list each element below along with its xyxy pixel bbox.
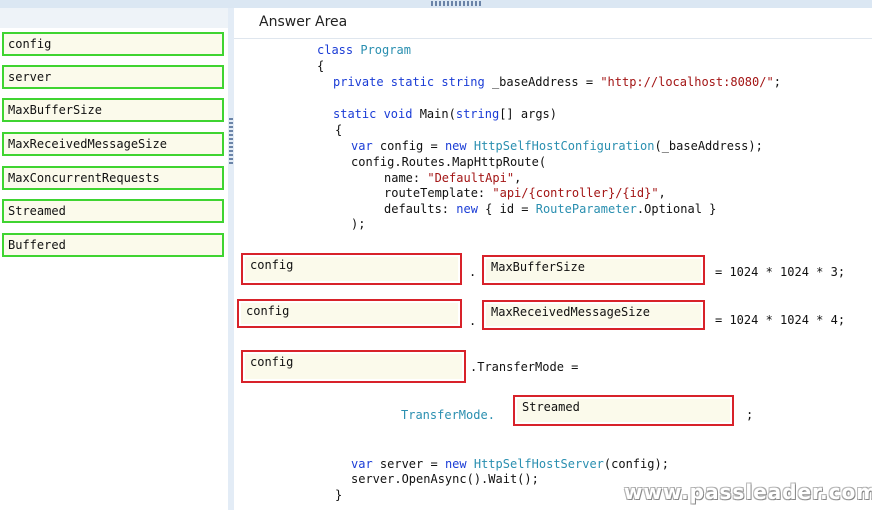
source-item-maxconcurrentrequests[interactable]: MaxConcurrentRequests: [2, 166, 224, 190]
watermark-text: www.passleader.com: [624, 480, 872, 504]
source-item-config[interactable]: config: [2, 32, 224, 56]
code-line-main-brace: {: [335, 123, 343, 137]
drop-slot-4-value: MaxReceivedMessageSize: [486, 304, 701, 326]
drop-slot-5[interactable]: config: [241, 350, 466, 383]
splitter-grip-icon[interactable]: [229, 118, 233, 164]
answer-area-title: Answer Area: [259, 14, 348, 30]
code-line-routetemplate: routeTemplate: "api/{controller}/{id}",: [384, 186, 666, 200]
drop-slot-6[interactable]: Streamed: [513, 395, 734, 426]
resize-grip-icon[interactable]: [431, 1, 481, 6]
code-line-base-address: private static string _baseAddress = "ht…: [333, 75, 781, 89]
drop-slot-4[interactable]: MaxReceivedMessageSize: [482, 300, 705, 330]
code-assign-2: = 1024 * 1024 * 4;: [715, 313, 846, 327]
code-line-class: class Program: [317, 43, 411, 57]
drop-slot-5-value: config: [245, 354, 462, 379]
drop-slot-6-value: Streamed: [517, 399, 730, 422]
drop-slot-3[interactable]: config: [237, 299, 462, 328]
code-dot-1: .: [469, 265, 477, 279]
code-line-name: name: "DefaultApi",: [384, 171, 522, 185]
code-line-close-brace: }: [335, 488, 343, 502]
source-item-buffered[interactable]: Buffered: [2, 233, 224, 257]
code-line-close-paren: );: [351, 217, 366, 231]
code-assign-1: = 1024 * 1024 * 3;: [715, 265, 846, 279]
code-line-open-brace: {: [317, 59, 325, 73]
code-semicolon: ;: [746, 408, 754, 422]
top-bar: [0, 0, 872, 8]
code-line-main: static void Main(string[] args): [333, 107, 557, 121]
code-line-defaults: defaults: new { id = RouteParameter.Opti…: [384, 202, 717, 216]
drop-slot-2[interactable]: MaxBufferSize: [482, 255, 705, 285]
drop-slot-1[interactable]: config: [241, 253, 462, 285]
drop-slot-2-value: MaxBufferSize: [486, 259, 701, 281]
code-line-config-new: var config = new HttpSelfHostConfigurati…: [351, 139, 763, 153]
source-item-streamed[interactable]: Streamed: [2, 199, 224, 223]
code-dot-2: .: [469, 314, 477, 328]
code-line-maphttproute: config.Routes.MapHttpRoute(: [351, 155, 547, 169]
panel-splitter[interactable]: [228, 8, 234, 510]
drop-slot-3-value: config: [241, 303, 458, 324]
code-line-server-new: var server = new HttpSelfHostServer(conf…: [351, 457, 669, 471]
code-transfermode-type: TransferMode.: [401, 408, 495, 422]
source-item-maxreceivedmessagesize[interactable]: MaxReceivedMessageSize: [2, 132, 224, 156]
source-item-server[interactable]: server: [2, 65, 224, 89]
source-item-maxbuffersize[interactable]: MaxBufferSize: [2, 98, 224, 122]
code-line-openasync: server.OpenAsync().Wait();: [351, 472, 539, 486]
code-transfermode: .TransferMode =: [470, 360, 579, 374]
drop-slot-1-value: config: [245, 257, 458, 281]
source-panel-header: [0, 8, 228, 28]
